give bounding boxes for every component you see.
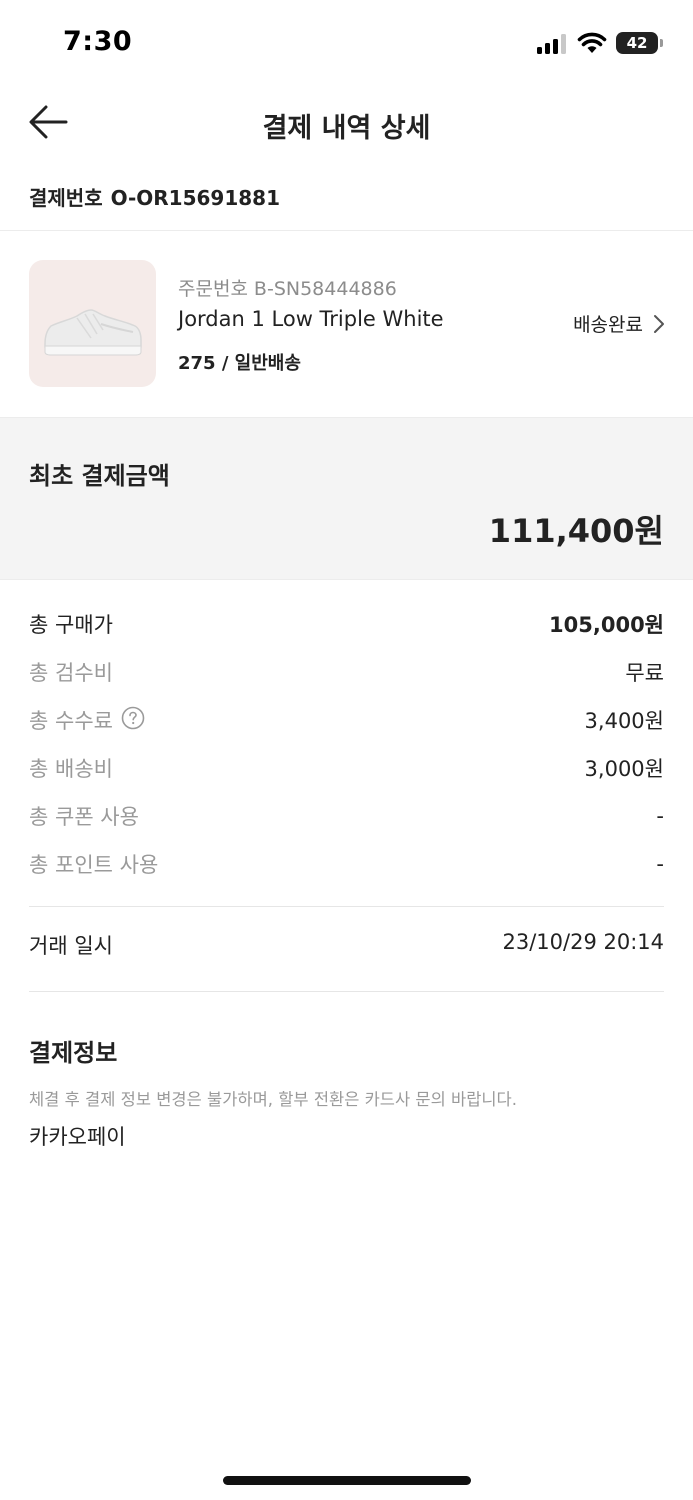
breakdown-value: 105,000원 [549,613,664,637]
chevron-right-icon [654,314,664,333]
payment-method: 카카오페이 [29,1125,126,1149]
payment-info-title: 결제정보 [29,1039,118,1067]
cellular-signal-icon [537,34,567,54]
product-option: 275 / 일반배송 [178,353,301,374]
breakdown-value: - [656,804,664,828]
initial-payment-summary: 최초 결제금액 111,400원 [0,417,693,580]
breakdown-value: 3,400원 [584,709,664,733]
divider [29,906,664,907]
product-thumbnail [29,260,156,387]
breakdown-value: 3,000원 [584,757,664,781]
breakdown-row-purchase-price: 총 구매가 105,000원 [29,600,664,648]
order-number: 주문번호 B-SN58444886 [178,274,397,301]
price-breakdown: 총 구매가 105,000원 총 검수비 무료 총 수수료 3,400원 총 배… [29,600,664,888]
order-number-value: B-SN58444886 [253,278,397,300]
breakdown-row-inspection-fee: 총 검수비 무료 [29,648,664,696]
top-navigation: 결제 내역 상세 [0,90,693,156]
summary-amount: 111,400원 [488,512,664,550]
wifi-icon [577,32,607,53]
breakdown-label: 총 포인트 사용 [29,853,159,877]
breakdown-row-shipping-fee: 총 배송비 3,000원 [29,744,664,792]
breakdown-label: 총 쿠폰 사용 [29,805,139,829]
divider [0,230,693,231]
home-indicator[interactable] [223,1476,471,1485]
breakdown-row-points: 총 포인트 사용 - [29,840,664,888]
delivery-status: 배송완료 [573,314,643,336]
breakdown-value: - [656,852,664,876]
page-title: 결제 내역 상세 [262,113,431,144]
breakdown-row-coupon: 총 쿠폰 사용 - [29,792,664,840]
payment-info-note: 체결 후 결제 정보 변경은 불가하며, 할부 전환은 카드사 문의 바랍니다. [29,1090,517,1109]
trade-datetime-row: 거래 일시 23/10/29 20:14 [29,930,664,960]
summary-label: 최초 결제금액 [29,462,170,490]
breakdown-label: 총 구매가 [29,613,113,637]
payment-number-label: 결제번호 [29,186,103,210]
delivery-status-link[interactable]: 배송완료 [573,310,665,337]
sneaker-image [44,309,142,356]
question-circle-icon[interactable] [121,706,145,735]
order-number-label: 주문번호 [178,278,248,300]
breakdown-label: 총 수수료 [29,709,113,733]
trade-datetime-value: 23/10/29 20:14 [502,930,664,954]
status-time: 7:30 [63,26,133,57]
payment-number: 결제번호 O-OR15691881 [29,182,280,211]
divider [29,991,664,992]
battery-level: 42 [626,34,648,52]
order-product-card[interactable]: 주문번호 B-SN58444886 Jordan 1 Low Triple Whi… [0,232,693,416]
trade-datetime-label: 거래 일시 [29,934,113,958]
breakdown-value: 무료 [625,661,664,685]
breakdown-row-commission: 총 수수료 3,400원 [29,696,664,744]
breakdown-label: 총 배송비 [29,757,113,781]
battery-icon: 42 [616,32,663,54]
payment-number-value: O-OR15691881 [110,186,281,210]
breakdown-label-wrap: 총 수수료 [29,705,145,735]
status-bar: 7:30 42 [0,0,693,90]
breakdown-label: 총 검수비 [29,661,113,685]
product-name: Jordan 1 Low Triple White [178,307,444,331]
